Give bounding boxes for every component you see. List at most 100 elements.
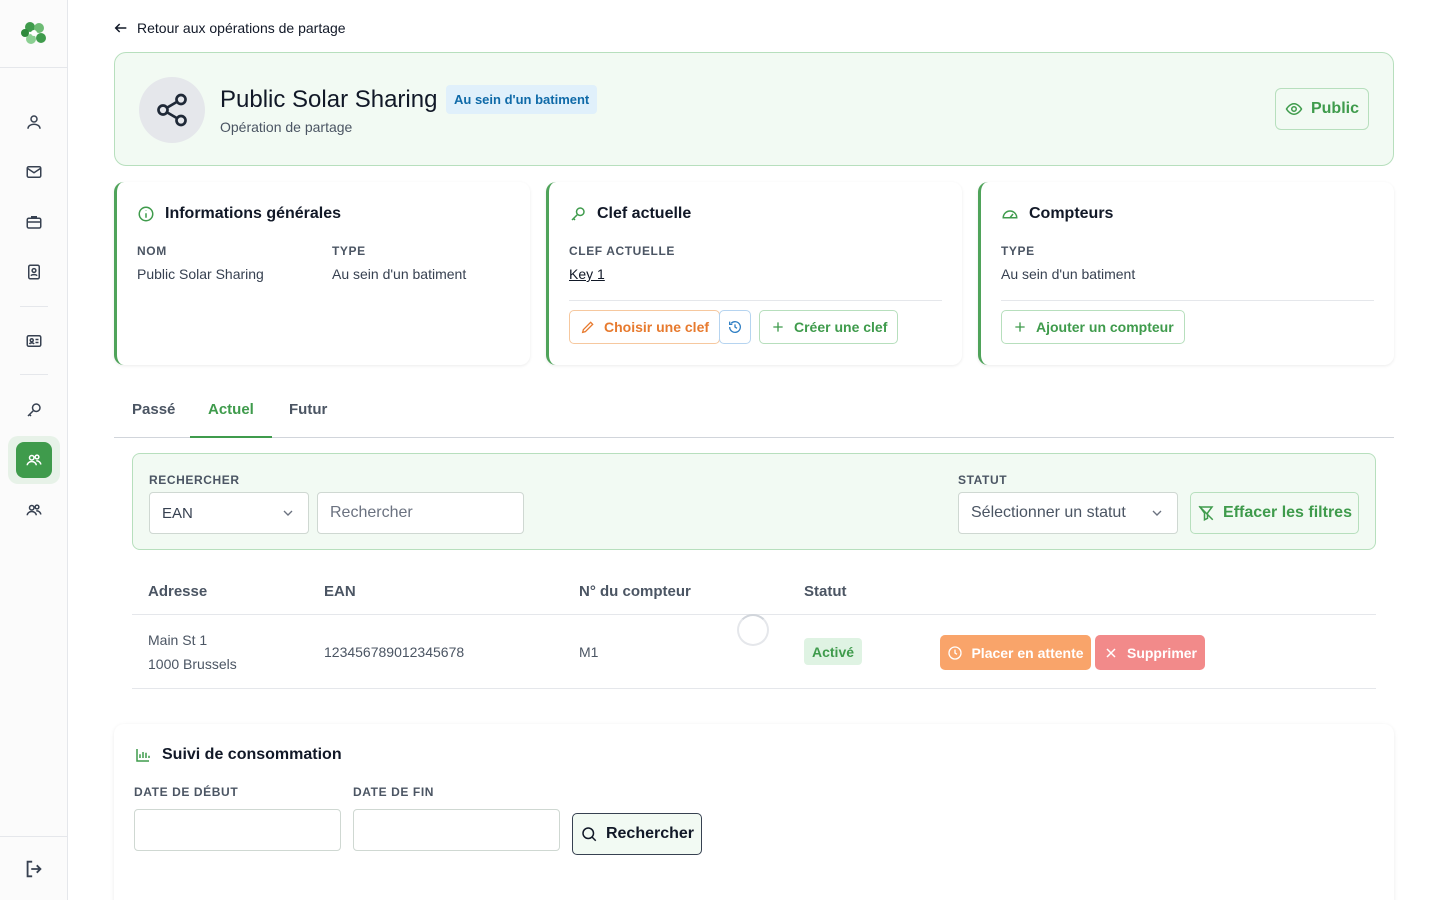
sidebar-item-members[interactable] xyxy=(14,490,54,530)
key-link[interactable]: Key 1 xyxy=(569,266,675,282)
meters-type-label: TYPE xyxy=(1001,244,1035,258)
name-value: Public Solar Sharing xyxy=(137,266,264,282)
sidebar-item-id-card[interactable] xyxy=(14,321,54,361)
add-meter-label: Ajouter un compteur xyxy=(1036,319,1174,335)
gauge-icon xyxy=(1002,210,1018,219)
tab-future[interactable]: Futur xyxy=(289,401,327,418)
meters-title-text: Compteurs xyxy=(1029,205,1114,222)
active-tab-indicator xyxy=(190,436,272,438)
sidebar-divider xyxy=(20,374,48,375)
column-header: Statut xyxy=(804,583,847,600)
consumption-search-label: Rechercher xyxy=(605,825,695,842)
hold-label: Placer en attente xyxy=(971,644,1084,661)
address-line1: Main St 1 xyxy=(148,632,208,648)
period-tabs: Passé Actuel Futur xyxy=(114,388,1394,438)
key-history-button[interactable] xyxy=(719,310,751,344)
type-badge: Au sein d'un batiment xyxy=(446,85,598,114)
page-subtitle: Opération de partage xyxy=(220,119,353,135)
end-date-input[interactable] xyxy=(353,809,560,851)
search-field-select[interactable]: EAN xyxy=(149,492,309,534)
tab-past[interactable]: Passé xyxy=(132,401,175,418)
clover-logo-icon xyxy=(20,21,46,44)
pencil-icon xyxy=(581,321,594,334)
id-card-icon xyxy=(26,335,42,347)
sidebar-item-sharing-active xyxy=(16,442,52,478)
sidebar-item-contacts[interactable] xyxy=(14,252,54,292)
general-info-card: Informations générales NOM Public Solar … xyxy=(114,182,530,365)
back-link-label: Retour aux opérations de partage xyxy=(137,20,346,36)
sidebar-item-mail[interactable] xyxy=(14,152,54,192)
sidebar-item-sharing[interactable] xyxy=(8,436,60,484)
consumption-search-button[interactable]: Rechercher xyxy=(572,813,702,855)
key-label: CLEF ACTUELLE xyxy=(569,244,676,258)
app-logo[interactable] xyxy=(0,0,67,68)
status-badge: Activé xyxy=(804,638,863,665)
type-label: TYPE xyxy=(332,244,366,258)
sidebar-item-users[interactable] xyxy=(14,102,54,142)
name-label: NOM xyxy=(137,244,167,258)
clear-filters-label: Effacer les filtres xyxy=(1223,504,1352,521)
meters-title: Compteurs xyxy=(1001,205,1113,223)
info-icon xyxy=(138,206,154,222)
create-key-label: Créer une clef xyxy=(794,319,888,335)
plus-icon xyxy=(1015,322,1025,332)
key-icon xyxy=(571,207,585,221)
status-placeholder: Sélectionner un statut xyxy=(971,504,1126,521)
meters-card: Compteurs TYPE Au sein d'un batiment Ajo… xyxy=(978,182,1394,365)
user-icon xyxy=(27,115,41,129)
column-header: N° du compteur xyxy=(579,583,691,600)
search-field-value: EAN xyxy=(162,504,193,522)
sidebar-item-briefcase[interactable] xyxy=(14,202,54,242)
back-link[interactable]: Retour aux opérations de partage xyxy=(113,20,346,36)
status-label: STATUT xyxy=(958,473,1008,487)
consumption-card: Suivi de consommation DATE DE DÉBUT DATE… xyxy=(114,724,1394,900)
mail-icon xyxy=(26,166,42,178)
group-icon xyxy=(26,454,42,466)
create-key-button[interactable]: Créer une clef xyxy=(759,310,899,344)
ean-cell: 123456789012345678 xyxy=(324,644,465,660)
table-header: Adresse EAN N° du compteur Statut xyxy=(132,568,1376,615)
type-value: Au sein d'un batiment xyxy=(332,266,467,282)
sidebar-item-keys[interactable] xyxy=(14,390,54,430)
share-avatar xyxy=(139,77,205,143)
name-field: NOM Public Solar Sharing xyxy=(137,244,264,282)
address-line2: 1000 Brussels xyxy=(148,656,237,672)
general-info-title: Informations générales xyxy=(137,205,341,223)
sidebar-logout[interactable] xyxy=(0,836,67,900)
search-input[interactable]: Rechercher xyxy=(317,492,524,534)
key-field: CLEF ACTUELLE Key 1 xyxy=(569,244,675,282)
column-header: EAN xyxy=(324,583,356,600)
tab-current[interactable]: Actuel xyxy=(208,401,254,418)
add-meter-button[interactable]: Ajouter un compteur xyxy=(1001,310,1185,344)
loading-spinner xyxy=(737,614,769,646)
filter-off-icon xyxy=(1198,505,1214,521)
end-date-label: DATE DE FIN xyxy=(353,785,435,799)
visibility-button[interactable]: Public xyxy=(1275,88,1369,130)
meters-type-field: TYPE Au sein d'un batiment xyxy=(1001,244,1135,282)
group-icon xyxy=(26,504,42,516)
filter-panel: RECHERCHER EAN Rechercher STATUT Sélecti… xyxy=(132,453,1376,550)
current-key-title-text: Clef actuelle xyxy=(597,205,692,222)
clear-filters-button[interactable]: Effacer les filtres xyxy=(1190,492,1359,534)
start-date-label: DATE DE DÉBUT xyxy=(134,785,239,799)
chevron-down-icon xyxy=(1152,510,1162,516)
plus-icon xyxy=(773,322,783,332)
history-icon xyxy=(729,321,741,333)
status-select[interactable]: Sélectionner un statut xyxy=(958,492,1178,534)
eye-icon xyxy=(1285,102,1303,116)
delete-button[interactable]: Supprimer xyxy=(1095,635,1205,670)
start-date-input[interactable] xyxy=(134,809,341,851)
key-icon xyxy=(27,403,41,417)
consumption-title-text: Suivi de consommation xyxy=(162,746,342,763)
general-info-title-text: Informations générales xyxy=(165,205,342,222)
meter-number-cell: M1 xyxy=(579,644,599,660)
current-key-title: Clef actuelle xyxy=(569,205,691,223)
choose-key-button[interactable]: Choisir une clef xyxy=(569,310,721,344)
choose-key-label: Choisir une clef xyxy=(604,319,710,335)
meters-type-value: Au sein d'un batiment xyxy=(1001,266,1136,282)
briefcase-icon xyxy=(26,216,42,229)
column-header: Adresse xyxy=(148,583,208,600)
sidebar-divider xyxy=(20,306,48,307)
hold-button[interactable]: Placer en attente xyxy=(940,635,1091,670)
type-field: TYPE Au sein d'un batiment xyxy=(332,244,466,282)
